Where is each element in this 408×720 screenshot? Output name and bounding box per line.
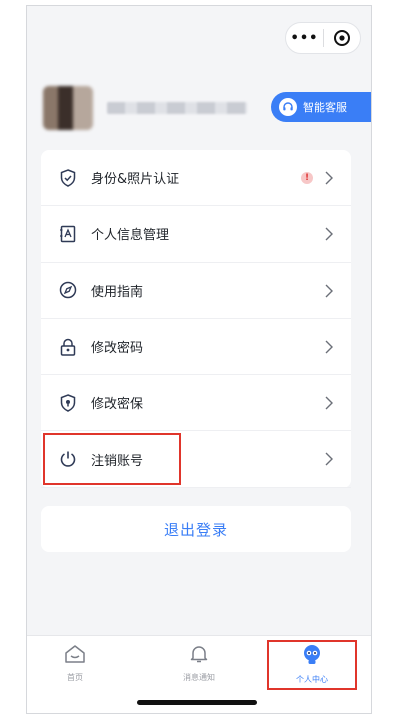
power-icon <box>59 450 77 468</box>
menu-item-label: 修改密码 <box>91 341 144 357</box>
menu-item-change-security-question[interactable]: 修改密保 <box>41 375 351 432</box>
tab-label: 个人中心 <box>296 675 328 684</box>
lock-icon <box>59 338 77 356</box>
tab-label: 消息通知 <box>183 673 215 682</box>
menu-item-label: 使用指南 <box>91 284 144 300</box>
blurred-username <box>107 102 247 114</box>
settings-menu: 身份&照片认证 ! 个人信息管理 使用指南 修改密码 修改密保 注销账号 <box>41 150 351 488</box>
menu-item-change-password[interactable]: 修改密码 <box>41 319 351 376</box>
menu-item-label: 个人信息管理 <box>91 228 170 244</box>
headset-icon <box>279 98 297 116</box>
chevron-right-icon <box>325 226 333 245</box>
logout-button[interactable]: 退出登录 <box>41 506 351 552</box>
home-icon <box>64 644 86 668</box>
chevron-right-icon <box>325 395 333 414</box>
phone-screen: ••• 智能客服 身份&照片认证 ! 个人信息管理 使用指南 修改密码 修改密保… <box>26 5 372 714</box>
tab-notifications[interactable]: 消息通知 <box>159 644 239 683</box>
chevron-right-icon <box>325 283 333 302</box>
menu-item-deactivate-account[interactable]: 注销账号 <box>41 431 351 488</box>
robot-icon <box>301 644 323 670</box>
chevron-right-icon <box>325 170 333 189</box>
mini-program-capsule: ••• <box>285 22 361 54</box>
chevron-right-icon <box>325 451 333 470</box>
tab-personal-center[interactable]: 个人中心 <box>272 644 352 685</box>
shield-check-icon <box>59 168 77 187</box>
more-menu-button[interactable]: ••• <box>286 31 323 46</box>
menu-item-identity-verification[interactable]: 身份&照片认证 ! <box>41 150 351 207</box>
smart-customer-service-button[interactable]: 智能客服 <box>271 92 371 122</box>
id-card-icon <box>59 225 77 243</box>
close-target-icon[interactable] <box>324 29 360 47</box>
compass-icon <box>59 281 77 299</box>
shield-icon <box>59 394 77 412</box>
cs-button-label: 智能客服 <box>303 101 347 114</box>
menu-item-label: 注销账号 <box>91 453 144 469</box>
alert-badge: ! <box>301 172 313 184</box>
tab-home[interactable]: 首页 <box>35 644 115 683</box>
tab-label: 首页 <box>67 673 83 682</box>
avatar[interactable] <box>43 86 93 130</box>
menu-item-personal-info[interactable]: 个人信息管理 <box>41 206 351 263</box>
bell-icon <box>189 644 209 668</box>
menu-item-label: 修改密保 <box>91 397 144 413</box>
menu-item-user-guide[interactable]: 使用指南 <box>41 263 351 319</box>
chevron-right-icon <box>325 339 333 358</box>
menu-item-label: 身份&照片认证 <box>91 172 180 188</box>
bottom-tab-bar: 首页 消息通知 个人中心 <box>27 635 371 713</box>
home-indicator[interactable] <box>137 700 257 705</box>
